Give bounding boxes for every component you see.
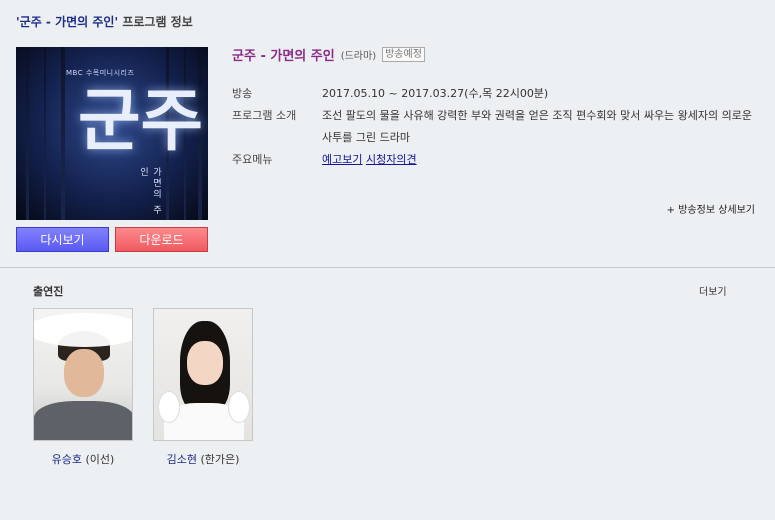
page-title-program: '군주 - 가면의 주인' xyxy=(16,15,119,29)
intro-row: 프로그램 소개 조선 팔도의 물을 사유해 강력한 부와 권력을 얻은 조직 편… xyxy=(232,105,757,149)
download-button[interactable]: 다운로드 xyxy=(115,227,208,252)
program-title-row: 군주 - 가면의 주인 (드라마) 방송예정 xyxy=(232,45,425,64)
cast-caption: 유승호 (이선) xyxy=(33,451,133,467)
cast-name[interactable]: 김소현 xyxy=(167,453,197,466)
page-title: '군주 - 가면의 주인' 프로그램 정보 xyxy=(16,13,193,30)
poster-calligraphy: 군주 xyxy=(78,81,204,161)
program-info: 방송 2017.05.10 ~ 2017.03.27(수,목 22시00분) 프… xyxy=(232,83,757,171)
page-title-suffix: 프로그램 정보 xyxy=(118,15,193,29)
status-badge: 방송예정 xyxy=(382,47,425,62)
poster-logo: MBC 수목미니시리즈 xyxy=(66,69,135,77)
menu-label: 주요메뉴 xyxy=(232,153,273,166)
intro-value: 조선 팔도의 물을 사유해 강력한 부와 권력을 얻은 조직 편수회와 맞서 싸… xyxy=(322,109,753,144)
program-title: 군주 - 가면의 주인 xyxy=(232,49,335,64)
broadcast-label: 방송 xyxy=(232,87,253,100)
program-genre: (드라마) xyxy=(340,51,377,62)
menu-links: 예고보기 시청자의견 xyxy=(322,149,757,171)
viewer-opinion-link[interactable]: 시청자의견 xyxy=(366,153,417,166)
section-divider xyxy=(0,267,775,268)
cast-member[interactable]: 유승호 (이선) xyxy=(33,308,133,467)
cast-name[interactable]: 유승호 xyxy=(52,453,82,466)
broadcast-value: 2017.05.10 ~ 2017.03.27(수,목 22시00분) xyxy=(322,87,549,100)
cast-member[interactable]: 김소현 (한가은) xyxy=(153,308,253,467)
poster-subtitle: 가면의 주인 xyxy=(138,167,161,216)
cast-photo[interactable] xyxy=(153,308,253,441)
cast-role: (이선) xyxy=(82,453,115,466)
broadcast-row: 방송 2017.05.10 ~ 2017.03.27(수,목 22시00분) xyxy=(232,83,757,105)
intro-label: 프로그램 소개 xyxy=(232,109,297,122)
broadcast-detail-link[interactable]: + 방송정보 상세보기 xyxy=(667,201,755,216)
cast-role: (한가은) xyxy=(196,453,240,466)
cast-section-title: 출연진 xyxy=(33,285,64,298)
cast-caption: 김소현 (한가은) xyxy=(153,451,253,467)
cast-photo[interactable] xyxy=(33,308,133,441)
program-poster[interactable]: MBC 수목미니시리즈 군주 가면의 주인 xyxy=(16,47,208,220)
menu-row: 주요메뉴 예고보기 시청자의견 xyxy=(232,149,757,171)
cast-more-link[interactable]: 더보기 xyxy=(699,283,727,298)
replay-button[interactable]: 다시보기 xyxy=(16,227,109,252)
preview-link[interactable]: 예고보기 xyxy=(322,153,362,166)
